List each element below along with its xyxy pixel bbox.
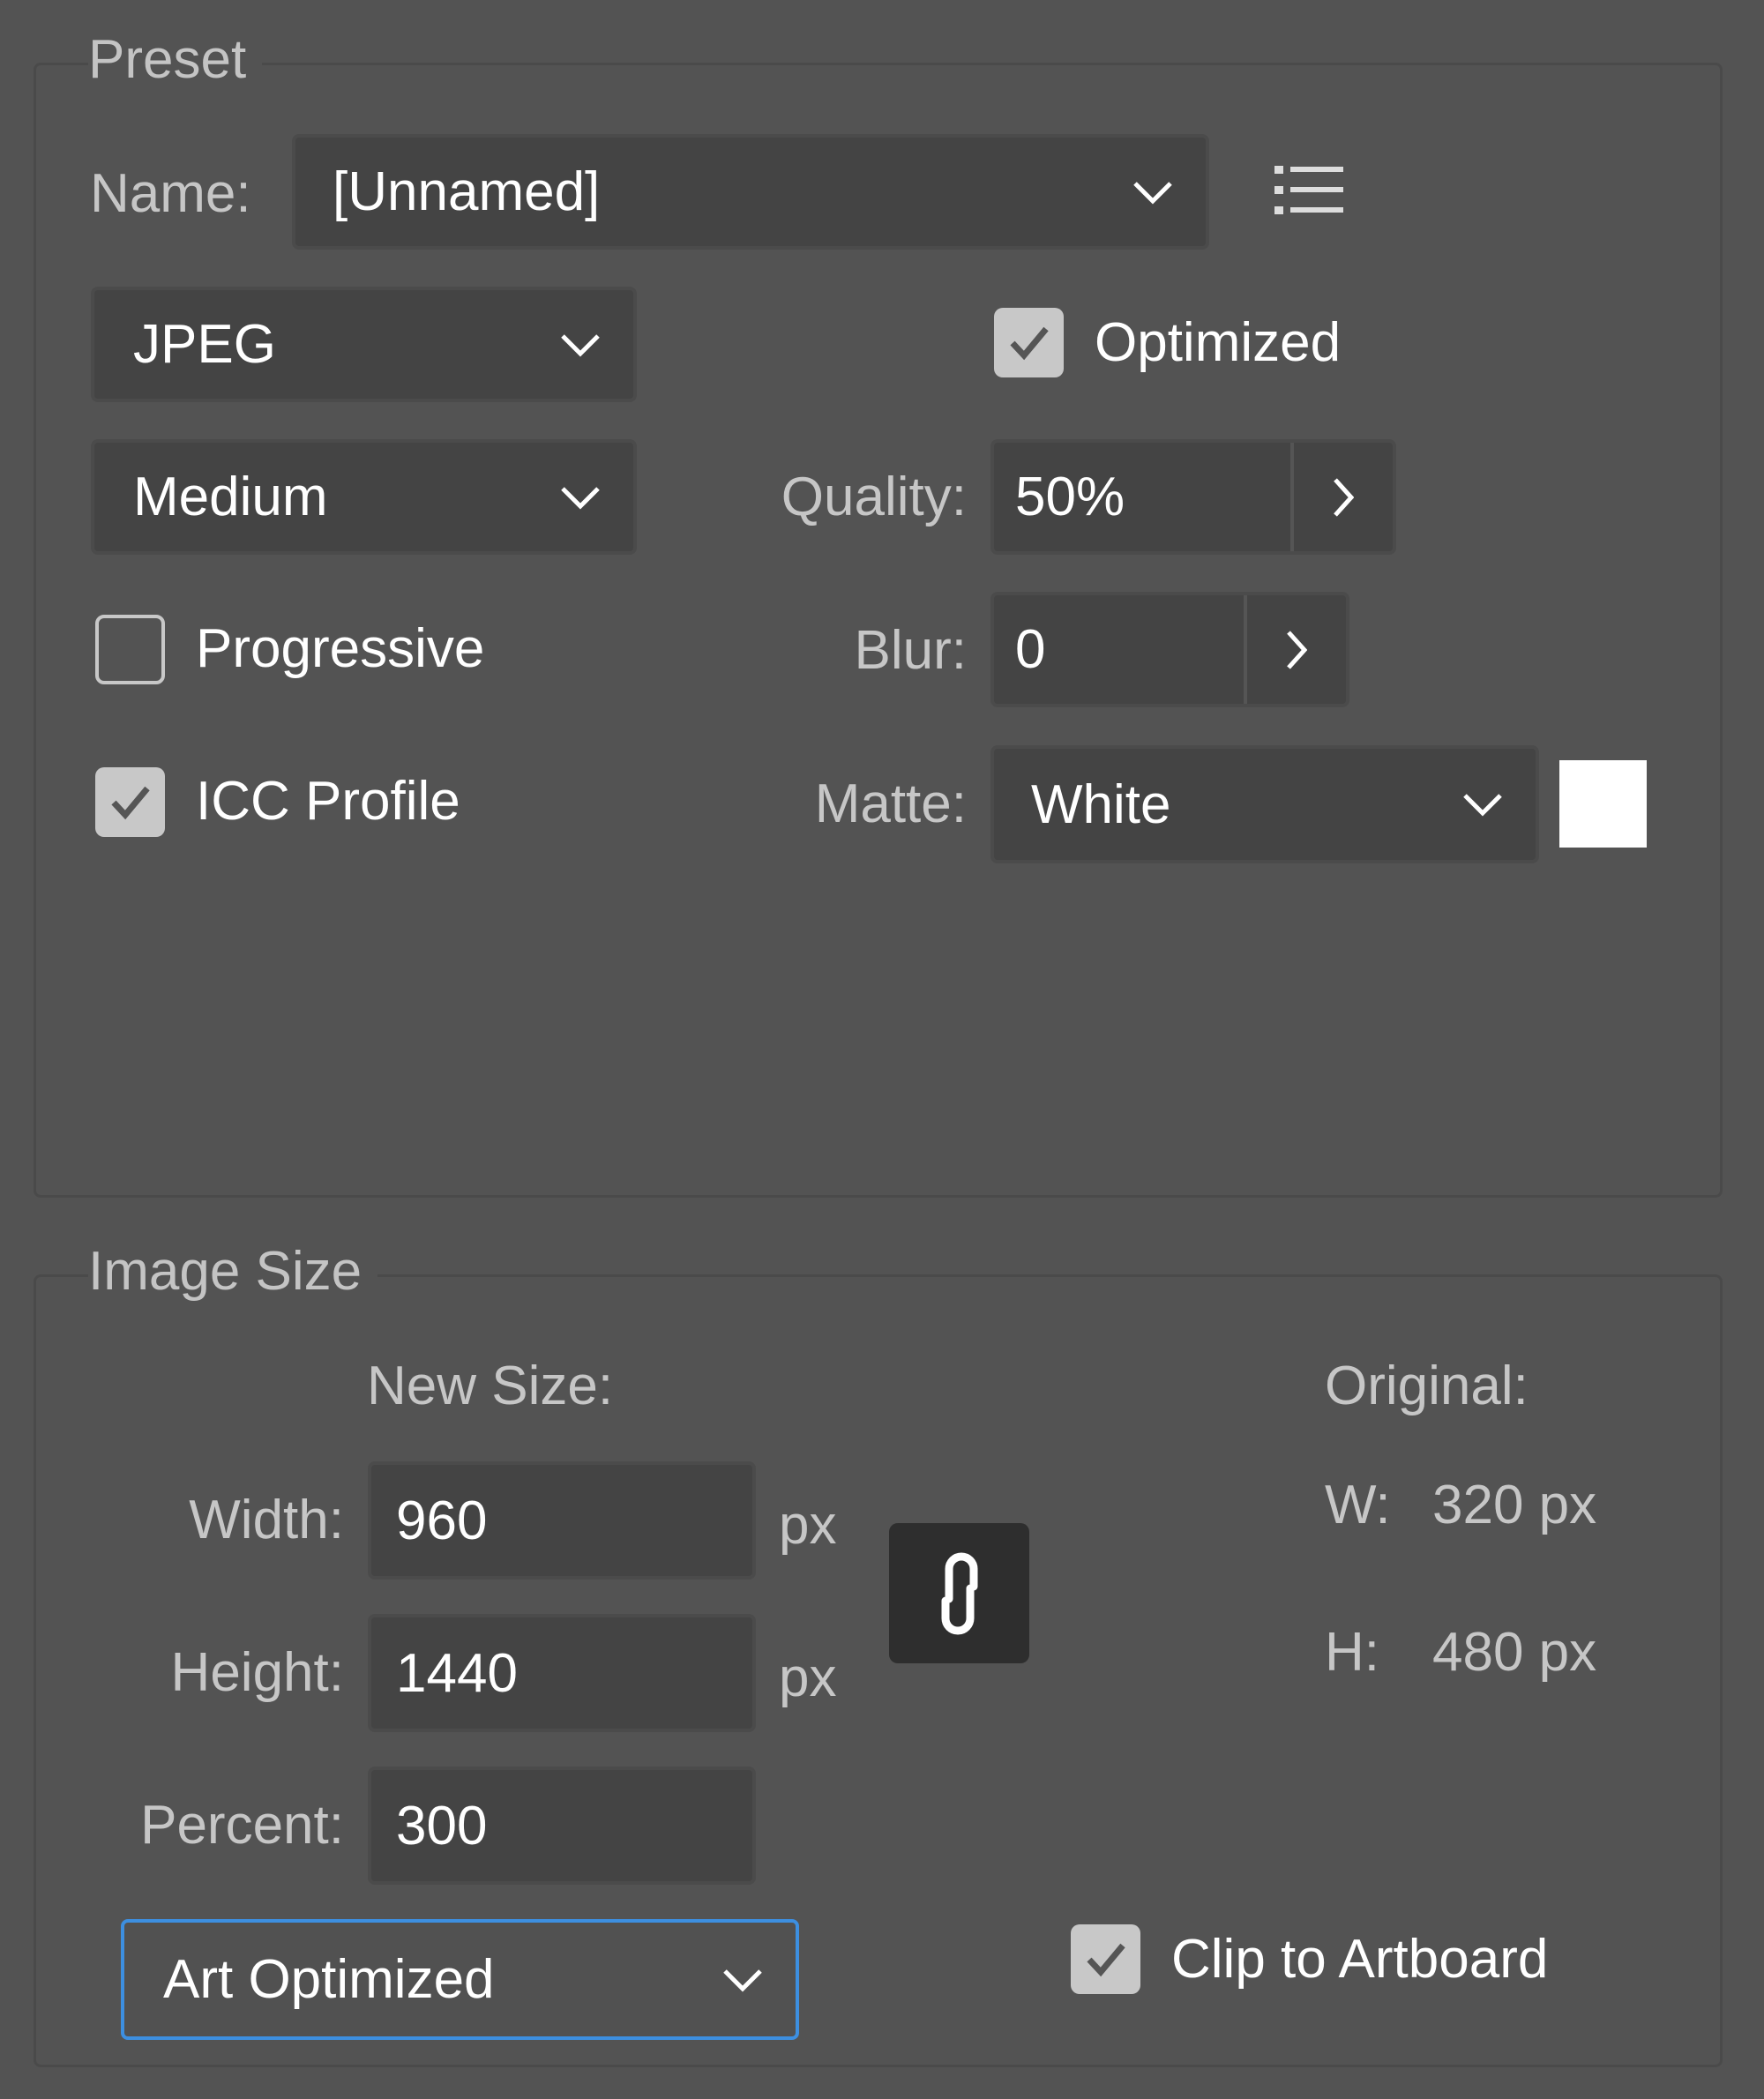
chevron-right-icon bbox=[1334, 477, 1354, 517]
original-w-value: 320 px bbox=[1432, 1475, 1597, 1535]
blur-field[interactable]: 0 bbox=[990, 592, 1349, 707]
matte-label: Matte: bbox=[814, 773, 967, 834]
quality-slider-button[interactable] bbox=[1290, 443, 1393, 551]
checkmark-icon bbox=[110, 786, 150, 819]
height-unit: px bbox=[779, 1647, 837, 1708]
progressive-label: Progressive bbox=[196, 618, 485, 679]
quality-field[interactable]: 50% bbox=[990, 439, 1396, 555]
progressive-checkbox[interactable] bbox=[95, 615, 165, 684]
original-h-value: 480 px bbox=[1432, 1622, 1597, 1683]
chevron-down-icon bbox=[1456, 778, 1509, 831]
name-label: Name: bbox=[90, 163, 251, 224]
original-h-label: H: bbox=[1325, 1622, 1379, 1683]
checkmark-icon bbox=[1009, 326, 1049, 360]
blur-slider-button[interactable] bbox=[1244, 595, 1346, 704]
quality-value: 50% bbox=[1015, 467, 1125, 527]
constrain-proportions-button[interactable] bbox=[889, 1523, 1029, 1663]
matte-dropdown[interactable]: White bbox=[990, 745, 1539, 863]
icc-profile-checkbox[interactable] bbox=[95, 767, 165, 837]
format-dropdown[interactable]: JPEG bbox=[91, 287, 637, 402]
height-field[interactable]: 1440 bbox=[368, 1614, 756, 1732]
quality-preset-dropdown[interactable]: Medium bbox=[91, 439, 637, 555]
original-label: Original: bbox=[1325, 1356, 1529, 1416]
image-size-legend: Image Size bbox=[88, 1241, 378, 1303]
matte-color-swatch[interactable] bbox=[1559, 760, 1647, 848]
quality-label: Quality: bbox=[781, 467, 967, 527]
height-label: Height: bbox=[170, 1642, 344, 1703]
new-size-label: New Size: bbox=[367, 1356, 614, 1416]
chevron-down-icon bbox=[554, 471, 607, 524]
blur-label: Blur: bbox=[854, 620, 967, 681]
matte-value: White bbox=[1031, 773, 1171, 835]
checkmark-icon bbox=[1086, 1943, 1125, 1976]
optimized-label: Optimized bbox=[1095, 312, 1342, 373]
original-w-label: W: bbox=[1325, 1475, 1391, 1535]
list-icon[interactable] bbox=[1274, 166, 1345, 215]
preset-name-dropdown[interactable]: [Unnamed] bbox=[292, 134, 1209, 250]
chevron-down-icon bbox=[554, 318, 607, 371]
percent-label: Percent: bbox=[140, 1795, 344, 1856]
chevron-right-icon bbox=[1287, 630, 1307, 669]
chevron-down-icon bbox=[1126, 166, 1179, 219]
optimized-checkbox[interactable] bbox=[994, 308, 1064, 377]
width-field[interactable]: 960 bbox=[368, 1461, 756, 1580]
quality-preset-value: Medium bbox=[133, 467, 328, 527]
clip-to-artboard-label: Clip to Artboard bbox=[1171, 1929, 1549, 1990]
link-icon bbox=[941, 1552, 977, 1634]
height-value: 1440 bbox=[396, 1642, 518, 1704]
icc-profile-label: ICC Profile bbox=[196, 771, 460, 832]
width-label: Width: bbox=[189, 1490, 344, 1550]
preset-name-value: [Unnamed] bbox=[333, 161, 601, 222]
resample-value: Art Optimized bbox=[163, 1949, 495, 2010]
chevron-down-icon bbox=[716, 1953, 769, 2006]
format-value: JPEG bbox=[133, 314, 276, 375]
preset-legend: Preset bbox=[88, 29, 263, 91]
clip-to-artboard-checkbox[interactable] bbox=[1071, 1924, 1140, 1994]
blur-value: 0 bbox=[1015, 619, 1046, 680]
percent-field[interactable]: 300 bbox=[368, 1767, 756, 1885]
percent-value: 300 bbox=[396, 1795, 488, 1856]
width-unit: px bbox=[779, 1495, 837, 1556]
resample-dropdown[interactable]: Art Optimized bbox=[121, 1919, 799, 2040]
width-value: 960 bbox=[396, 1490, 488, 1551]
